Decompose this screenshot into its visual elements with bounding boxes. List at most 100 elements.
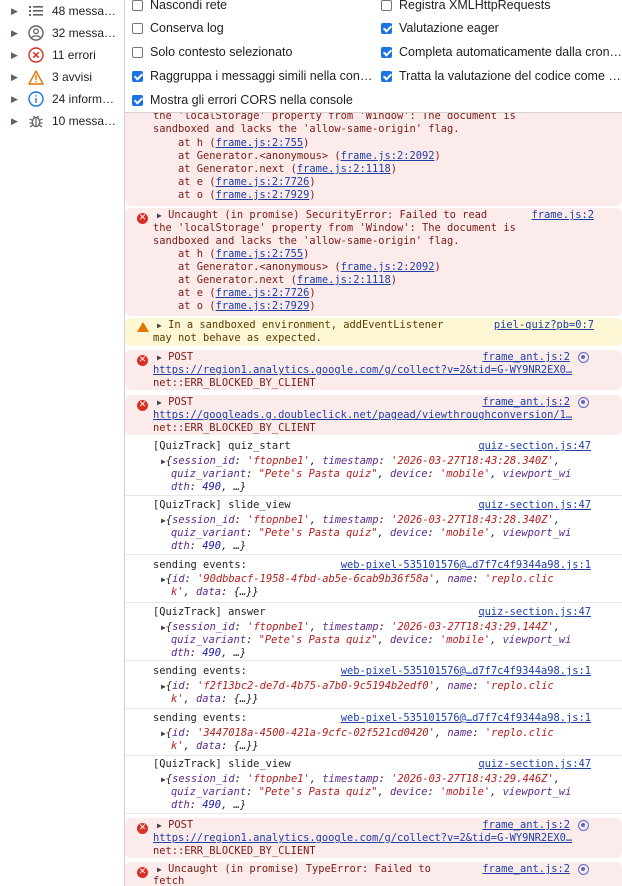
console-settings: Nascondi rete Conserva log Solo contesto… [125, 0, 622, 113]
object-preview[interactable]: ▶{id: '3447018a-4500-421a-9cfc-02f521cd0… [161, 727, 554, 740]
object-preview[interactable]: ▶{id: '90dbbacf-1958-4fbd-ab5e-6cab9b36f… [161, 573, 554, 586]
object-preview[interactable]: ▶{session_id: 'ftopnbe1', timestamp: '20… [161, 773, 560, 786]
bug-icon [27, 112, 45, 130]
source-link[interactable]: web-pixel-535101576@…d7f7c4f9344a98.js:1 [341, 559, 591, 572]
stack-link[interactable]: frame.js:2:7726 [216, 287, 310, 299]
expand-triangle-icon: ▶ [161, 516, 166, 525]
expand-triangle-icon: ▶ [161, 775, 166, 784]
sidebar-item-label: 10 messa… [52, 114, 117, 128]
sidebar-item-user-messages[interactable]: ▶ 32 messa… [0, 22, 124, 44]
source-link[interactable]: frame.js:2 [531, 209, 594, 222]
console-log-entry: [QuizTrack] slide_view quiz-section.js:4… [125, 498, 622, 555]
console-log[interactable]: the 'localStorage' property from 'Window… [125, 0, 622, 886]
checkbox[interactable] [132, 0, 143, 11]
option-show-cors-errors[interactable]: Mostra gli errori CORS nella console [132, 90, 376, 110]
expand-toggle[interactable]: ▶ Uncaught (in promise) TypeError: Faile… [157, 863, 431, 876]
source-link[interactable]: frame_ant.js:2 [482, 396, 570, 409]
sidebar-item-label: 3 avvisi [52, 70, 93, 84]
stack-link[interactable]: frame.js:2:7726 [216, 176, 310, 188]
option-label: Registra XMLHttpRequests [399, 0, 551, 12]
warning-icon [137, 322, 149, 332]
option-preserve-log[interactable]: Conserva log [132, 18, 376, 38]
message-text: net::ERR_BLOCKED_BY_CLIENT [153, 377, 316, 389]
network-request-icon[interactable] [578, 820, 589, 831]
network-request-icon[interactable] [578, 864, 589, 875]
source-link[interactable]: quiz-section.js:47 [478, 758, 591, 771]
source-link[interactable]: frame_ant.js:2 [482, 351, 570, 364]
option-label: Valutazione eager [399, 21, 499, 35]
stack-link[interactable]: frame.js:2:7929 [216, 300, 310, 312]
expand-triangle-icon: ▶ [11, 27, 18, 38]
sidebar-item-warnings[interactable]: ▶ 3 avvisi [0, 66, 124, 88]
expand-toggle[interactable]: ▶ POST [157, 819, 193, 832]
source-link[interactable]: web-pixel-535101576@…d7f7c4f9344a98.js:1 [341, 665, 591, 678]
stack-link[interactable]: frame.js:2:755 [216, 248, 304, 260]
option-selected-context-only[interactable]: Solo contesto selezionato [132, 42, 376, 62]
console-network-error-entry: ✕ ▶ POST frame_ant.js:2 https://region1.… [125, 350, 622, 390]
message-text: Uncaught (in promise) SecurityError: Fai… [168, 209, 488, 221]
source-link[interactable]: quiz-section.js:47 [478, 499, 591, 512]
object-preview[interactable]: ▶{id: 'f2f13bc2-de7d-4b75-a7b0-9c5194b2e… [161, 680, 554, 693]
source-link[interactable]: web-pixel-535101576@…d7f7c4f9344a98.js:1 [341, 712, 591, 725]
user-circle-icon [27, 24, 45, 42]
request-url-link[interactable]: https://region1.analytics.google.com/g/c… [153, 364, 572, 377]
expand-toggle[interactable]: ▶ POST [157, 396, 193, 409]
network-request-icon[interactable] [578, 352, 589, 363]
error-icon: ✕ [137, 213, 148, 224]
sidebar-item-info[interactable]: ▶ 24 inform… [0, 88, 124, 110]
stack-link[interactable]: frame.js:2:7929 [216, 189, 310, 201]
list-icon [27, 2, 45, 20]
object-preview[interactable]: ▶{session_id: 'ftopnbe1', timestamp: '20… [161, 621, 560, 634]
sidebar-item-errors[interactable]: ▶ 11 errori [0, 44, 124, 66]
source-link[interactable]: frame_ant.js:2 [482, 819, 570, 832]
checkbox-checked[interactable] [132, 94, 143, 106]
console-log-entry: sending events: web-pixel-535101576@…d7f… [125, 557, 622, 603]
option-eager-evaluation[interactable]: Valutazione eager [381, 18, 622, 38]
option-hide-network[interactable]: Nascondi rete [132, 0, 376, 15]
checkbox[interactable] [132, 22, 143, 34]
checkbox-checked[interactable] [381, 70, 392, 82]
checkbox[interactable] [381, 0, 392, 11]
source-link[interactable]: quiz-section.js:47 [478, 440, 591, 453]
expand-toggle[interactable]: ▶ Uncaught (in promise) SecurityError: F… [157, 209, 487, 222]
stack-link[interactable]: frame.js:2:755 [216, 137, 304, 149]
stack-link[interactable]: frame.js:2:1118 [297, 274, 391, 286]
stack-link[interactable]: frame.js:2:2092 [341, 150, 435, 162]
stack-link[interactable]: frame.js:2:1118 [297, 163, 391, 175]
sidebar-item-verbose[interactable]: ▶ 10 messa… [0, 110, 124, 132]
network-request-icon[interactable] [578, 397, 589, 408]
checkbox-checked[interactable] [132, 70, 143, 82]
option-treat-evaluation-as-user-action[interactable]: Tratta la valutazione del codice come … [381, 66, 622, 86]
message-text: [QuizTrack] slide_view [153, 499, 291, 511]
error-icon: ✕ [137, 823, 148, 834]
option-group-similar[interactable]: Raggruppa i messaggi simili nella con… [132, 66, 376, 86]
option-autocomplete-history[interactable]: Completa automaticamente dalla cron… [381, 42, 622, 62]
stack-frame: at Generator.<anonymous> (frame.js:2:209… [153, 261, 441, 273]
sidebar-item-label: 11 errori [52, 48, 96, 62]
console-error-entry: ✕ ▶ Uncaught (in promise) TypeError: Fai… [125, 862, 622, 886]
expand-triangle-icon: ▶ [157, 821, 162, 830]
checkbox-checked[interactable] [381, 22, 392, 34]
stack-link[interactable]: frame.js:2:2092 [341, 261, 435, 273]
message-text: net::ERR_BLOCKED_BY_CLIENT [153, 845, 316, 857]
sidebar-item-messages[interactable]: ▶ 48 messa… [0, 0, 124, 22]
console-log-entry: sending events: web-pixel-535101576@…d7f… [125, 710, 622, 756]
option-log-xhr[interactable]: Registra XMLHttpRequests [381, 0, 622, 15]
stack-frame: at o (frame.js:2:7929) [153, 300, 316, 312]
source-link[interactable]: piel-quiz?pb=0:7 [494, 319, 594, 332]
source-link[interactable]: quiz-section.js:47 [478, 606, 591, 619]
stack-frame: at Generator.<anonymous> (frame.js:2:209… [153, 150, 441, 162]
source-link[interactable]: frame_ant.js:2 [482, 863, 570, 876]
message-text: POST [168, 396, 194, 408]
expand-toggle[interactable]: ▶ In a sandboxed environment, addEventLi… [157, 319, 443, 332]
expand-triangle-icon: ▶ [157, 321, 162, 330]
object-preview[interactable]: ▶{session_id: 'ftopnbe1', timestamp: '20… [161, 455, 560, 468]
expand-toggle[interactable]: ▶ POST [157, 351, 193, 364]
request-url-link[interactable]: https://googleads.g.doubleclick.net/page… [153, 409, 572, 422]
sidebar-item-label: 32 messa… [52, 26, 117, 40]
checkbox-checked[interactable] [381, 46, 392, 58]
object-preview[interactable]: ▶{session_id: 'ftopnbe1', timestamp: '20… [161, 514, 560, 527]
request-url-link[interactable]: https://region1.analytics.google.com/g/c… [153, 832, 572, 845]
message-text: the 'localStorage' property from 'Window… [153, 222, 516, 234]
checkbox[interactable] [132, 46, 143, 58]
